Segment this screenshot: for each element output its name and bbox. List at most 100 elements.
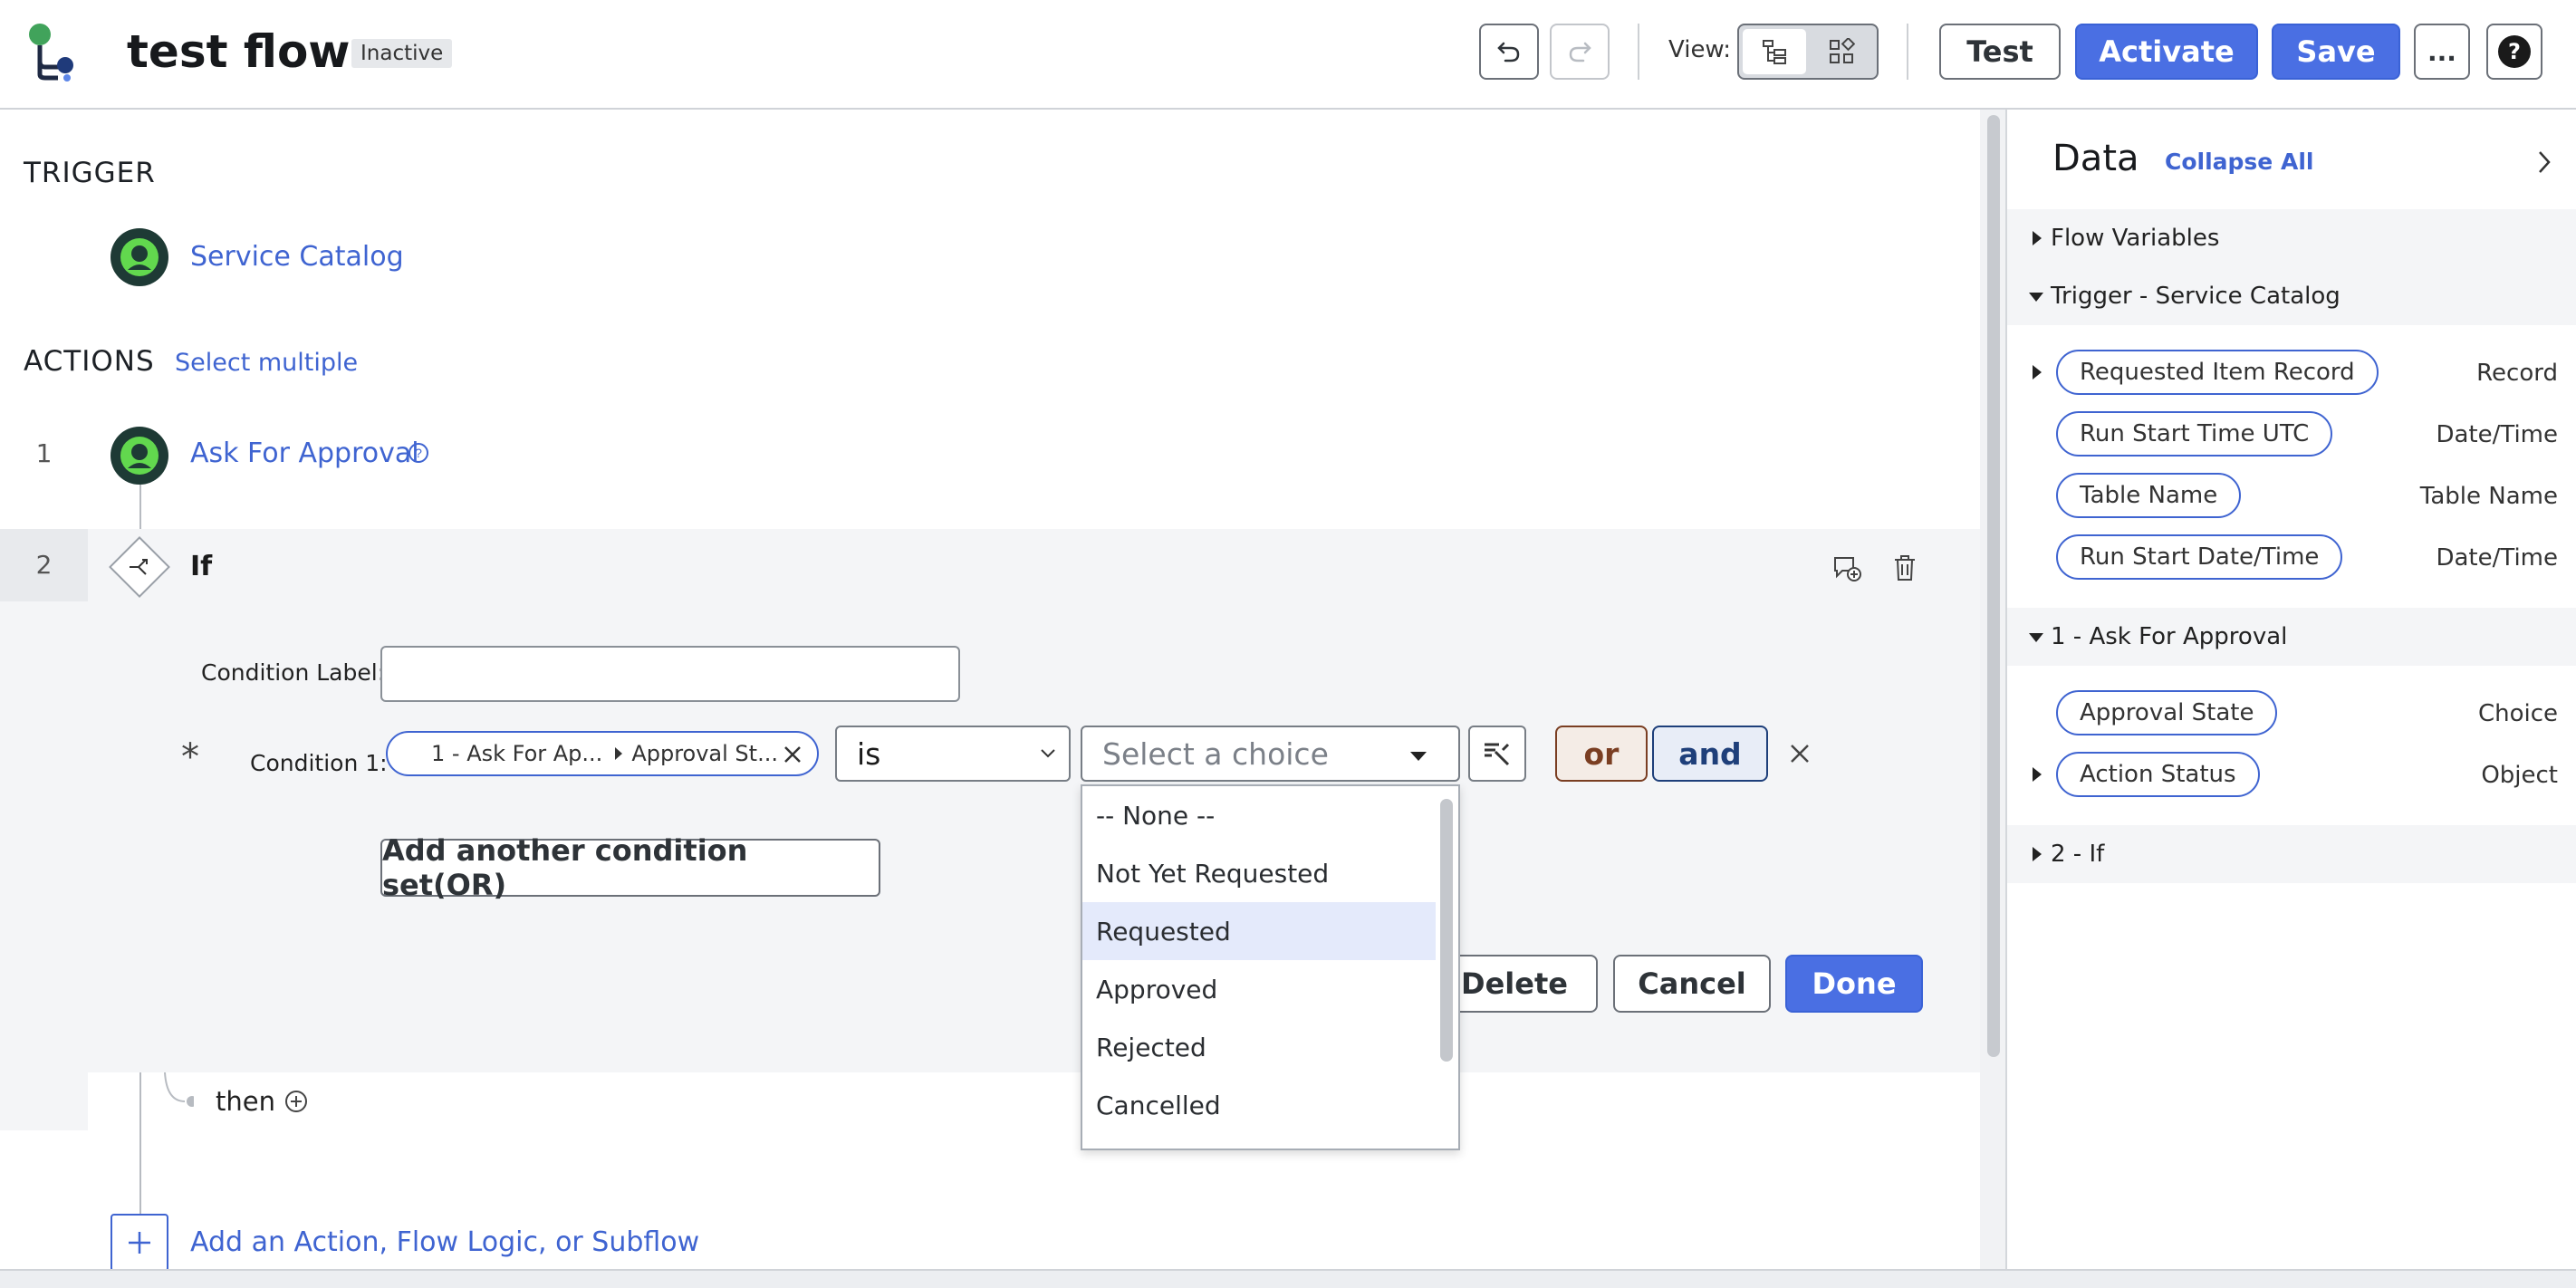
chevron-down-icon [1041,749,1055,758]
group-label: 1 - Ask For Approval [2051,623,2288,650]
caret-right-icon [2033,847,2042,861]
dropdown-option[interactable]: Cancelled [1082,1076,1436,1134]
activate-button[interactable]: Activate [2075,24,2258,80]
undo-icon [1497,42,1520,62]
add-circle-icon[interactable] [284,1090,308,1113]
select-multiple-link[interactable]: Select multiple [175,349,358,377]
data-type-label: Date/Time [2436,421,2558,448]
data-panel-title: Data [2052,138,2139,179]
canvas-scrollbar-thumb[interactable] [1987,115,2000,1057]
group-label: Trigger - Service Catalog [2051,283,2341,310]
status-badge: Inactive [351,39,453,68]
done-button[interactable]: Done [1785,955,1923,1013]
data-type-label: Record [2476,360,2558,387]
canvas-scrollbar[interactable] [1980,110,2005,1269]
data-pill-table-name[interactable]: Table Name [2056,473,2242,518]
if-step-title: If [190,551,213,582]
flow-title: test flow [127,25,351,78]
required-marker: * [181,736,199,778]
view-tree-option[interactable] [1743,29,1806,74]
dropdown-option[interactable]: No Longer Required [1082,1134,1436,1149]
data-pill-approval-state[interactable]: Approval State [2056,690,2278,735]
add-comment-icon[interactable] [1831,553,1862,583]
add-condition-set-button[interactable]: Add another condition set(OR) [380,833,880,902]
trigger-link[interactable]: Service Catalog [190,241,404,273]
clear-pill-icon[interactable] [781,743,804,766]
trash-icon[interactable] [1891,553,1918,583]
or-button[interactable]: or [1555,726,1648,782]
chevron-right-icon[interactable] [2534,149,2554,176]
ask-for-approval-link[interactable]: Ask For Approval [190,437,419,469]
view-diagram-option[interactable] [1810,29,1873,74]
caret-down-icon [1410,752,1427,761]
and-button[interactable]: and [1652,726,1768,782]
condition-label-input[interactable] [380,646,960,702]
dropdown-option[interactable]: Rejected [1082,1018,1436,1076]
more-button[interactable]: ... [2414,24,2470,80]
branch-icon [130,559,148,575]
caret-right-icon[interactable] [2033,767,2042,782]
data-type-label: Date/Time [2436,544,2558,572]
condition-1-label: Condition 1: [250,750,388,776]
group-flow-variables[interactable]: Flow Variables [2007,209,2576,267]
group-ask-for-approval[interactable]: 1 - Ask For Approval [2007,608,2576,666]
group-2-if[interactable]: 2 - If [2007,825,2576,883]
condition-data-pill[interactable]: 1 - Ask For Ap... Approval St... [386,731,819,776]
actions-heading: ACTIONS [24,345,155,378]
help-circle-icon[interactable]: ? [408,442,429,464]
data-type-label: Table Name [2419,483,2558,510]
save-button[interactable]: Save [2272,24,2400,80]
data-pill-action-status[interactable]: Action Status [2056,752,2260,797]
tree-view-icon [1763,40,1786,64]
add-action-link[interactable]: Add an Action, Flow Logic, or Subflow [190,1226,699,1258]
header-divider [1638,24,1639,80]
dropdown-option-highlighted[interactable]: Requested [1082,902,1436,960]
svg-text:?: ? [415,446,422,460]
data-pill-picker-button[interactable] [1468,726,1526,782]
flow-canvas: TRIGGER Service Catalog ACTIONS Select m… [0,110,1980,1269]
trigger-node-icon [111,228,168,286]
dropdown-option[interactable]: Approved [1082,960,1436,1018]
redo-button[interactable] [1550,24,1610,80]
step-number: 2 [35,550,53,580]
help-button[interactable]: ? [2486,24,2542,80]
top-header: test flow Inactive View: Test Activate S… [0,0,2576,110]
caret-right-icon[interactable] [2033,365,2042,380]
choice-dropdown-list[interactable]: -- None -- Not Yet Requested Requested A… [1081,784,1460,1150]
header-divider [1907,24,1908,80]
flow-connector-line [139,485,141,530]
undo-button[interactable] [1479,24,1539,80]
dropdown-option[interactable]: Not Yet Requested [1082,844,1436,902]
remove-condition-icon[interactable] [1786,740,1813,767]
group-label: 2 - If [2051,841,2105,868]
pill-separator-arrow-icon [615,747,623,760]
data-pill-run-start-date-time[interactable]: Run Start Date/Time [2056,534,2343,580]
test-button[interactable]: Test [1939,24,2061,80]
pill-part-2: Approval St... [631,741,778,766]
operator-select[interactable]: is [835,726,1071,782]
data-picker-icon [1485,743,1510,766]
diagram-view-icon [1830,38,1855,63]
step-number: 1 [35,438,53,468]
pill-part-1: 1 - Ask For Ap... [431,741,603,766]
group-trigger-service-catalog[interactable]: Trigger - Service Catalog [2007,267,2576,325]
dropdown-scrollbar[interactable] [1440,799,1453,1062]
caret-right-icon [2033,231,2042,245]
bottom-status-bar [0,1269,2576,1288]
add-action-button[interactable] [111,1214,168,1269]
group-label: Flow Variables [2051,225,2220,252]
data-pill-run-start-time-utc[interactable]: Run Start Time UTC [2056,411,2333,457]
redo-icon [1569,42,1591,62]
dropdown-option[interactable]: -- None -- [1082,786,1436,844]
approval-node-icon [111,427,168,485]
cancel-button[interactable]: Cancel [1613,955,1771,1013]
caret-down-icon [2029,293,2043,302]
help-icon: ? [2498,35,2531,68]
choice-select[interactable]: Select a choice [1081,726,1460,782]
trigger-heading: TRIGGER [24,157,156,189]
data-pill-requested-item-record[interactable]: Requested Item Record [2056,350,2379,395]
user-circle-icon [120,238,159,276]
then-branch-connector [164,1072,194,1107]
collapse-all-link[interactable]: Collapse All [2165,149,2313,175]
view-toggle[interactable] [1737,24,1879,80]
